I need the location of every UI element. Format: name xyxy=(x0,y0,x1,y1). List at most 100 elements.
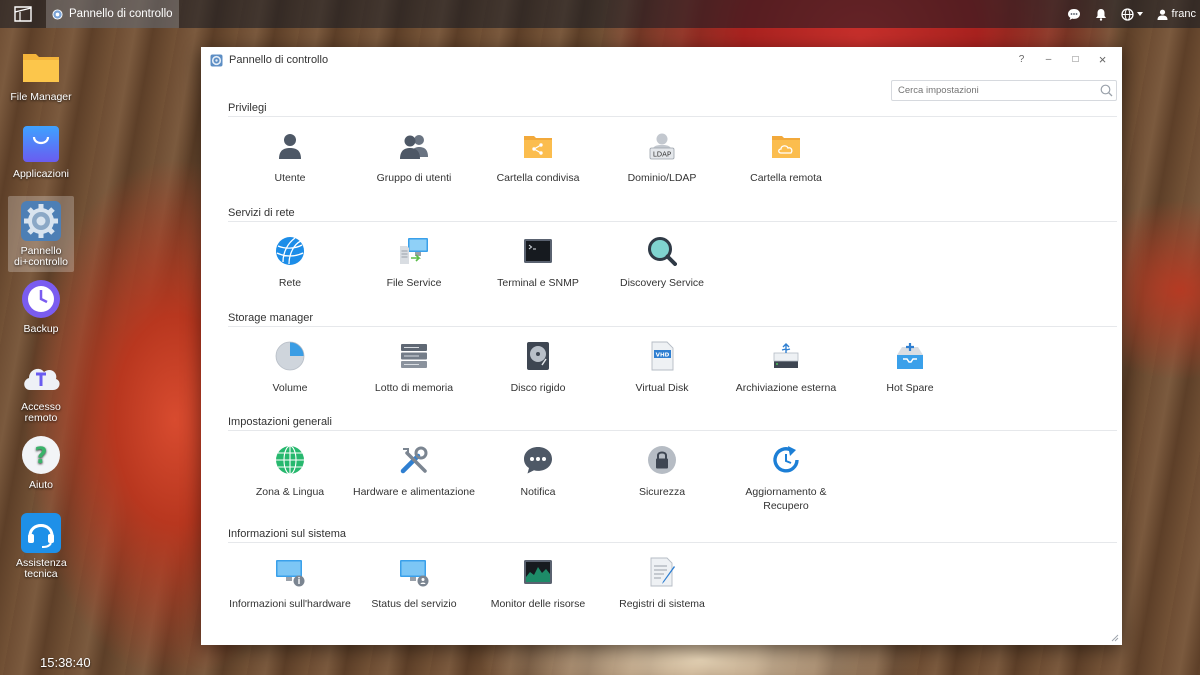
desktop-icon-backup[interactable]: Backup xyxy=(8,278,74,335)
desktop-icon-file-manager[interactable]: File Manager xyxy=(8,46,74,103)
chevron-down-icon xyxy=(1136,12,1143,16)
help-icon: ? xyxy=(22,436,60,474)
item-label: Gruppo di utenti xyxy=(376,172,452,184)
language-menu[interactable] xyxy=(1120,7,1143,21)
section-title: Storage manager xyxy=(228,311,1117,327)
window-title: Pannello di controllo xyxy=(229,54,329,66)
taskbar-item-label: Pannello di controllo xyxy=(69,8,173,20)
section-title: Impostazioni generali xyxy=(228,415,1117,431)
item-volume[interactable]: Volume xyxy=(228,327,352,395)
item-label: Rete xyxy=(278,277,302,289)
item-label: Disco rigido xyxy=(510,382,566,394)
item-network[interactable]: Rete xyxy=(228,222,352,290)
section-storage-manager: Storage manager Volume Lotto di memoria xyxy=(228,311,1117,417)
shared-folder-icon xyxy=(524,136,552,158)
item-virtual-disk[interactable]: VHD Virtual Disk xyxy=(600,327,724,395)
desktop-icon-applications[interactable]: Applicazioni xyxy=(8,123,74,180)
item-hard-disk[interactable]: Disco rigido xyxy=(476,327,600,395)
item-discovery-service[interactable]: Discovery Service xyxy=(600,222,724,290)
item-user-group[interactable]: Gruppo di utenti xyxy=(352,117,476,185)
section-title: Privilegi xyxy=(228,101,1117,117)
desktop-window-icon xyxy=(14,6,32,22)
item-external-storage[interactable]: Archiviazione esterna xyxy=(724,327,848,395)
item-label: Status del servizio xyxy=(371,598,457,610)
system-log-icon xyxy=(650,557,675,587)
desktop-icon-support[interactable]: Assistenza tecnica xyxy=(8,512,74,580)
globe-icon xyxy=(1120,7,1134,21)
close-button[interactable]: × xyxy=(1089,50,1116,68)
item-hardware-info[interactable]: Informazioni sull'hardware xyxy=(228,543,352,611)
system-tray: franc xyxy=(1067,0,1200,28)
item-label: Utente xyxy=(274,172,306,184)
user-icon xyxy=(1157,9,1168,20)
item-file-service[interactable]: File Service xyxy=(352,222,476,290)
item-domain-ldap[interactable]: LDAP Dominio/LDAP xyxy=(600,117,724,185)
item-resource-monitor[interactable]: Monitor delle risorse xyxy=(476,543,600,611)
maximize-button[interactable]: □ xyxy=(1062,50,1089,68)
shopping-bag-icon xyxy=(23,126,59,162)
desktop-icon-label: Aiuto xyxy=(29,479,53,491)
hot-spare-icon xyxy=(897,343,923,369)
folder-icon xyxy=(23,54,59,82)
section-network-services: Servizi di rete Rete File Service Termin… xyxy=(228,206,1117,312)
ldap-icon: LDAP xyxy=(649,133,675,160)
item-label: Cartella remota xyxy=(750,172,822,184)
window-titlebar[interactable]: Pannello di controllo xyxy=(201,47,1122,73)
help-button[interactable]: ? xyxy=(1008,50,1035,68)
start-menu-button[interactable] xyxy=(0,0,46,28)
search-input[interactable] xyxy=(892,81,1096,100)
remote-folder-icon xyxy=(772,136,800,158)
desktop-icon-label: Assistenza tecnica xyxy=(16,557,67,580)
item-service-status[interactable]: Status del servizio xyxy=(352,543,476,611)
gear-icon xyxy=(52,8,63,20)
item-security[interactable]: Sicurezza xyxy=(600,431,724,499)
item-label: Registri di sistema xyxy=(619,598,705,610)
item-label: Notifica xyxy=(520,486,556,498)
section-privileges: Privilegi Utente Gruppo di utenti Cartel… xyxy=(228,101,1117,207)
hardware-info-icon xyxy=(276,560,305,587)
item-label: Cartella condivisa xyxy=(496,172,580,184)
resize-handle[interactable] xyxy=(1111,634,1119,642)
control-panel-window: Pannello di controllo ? – □ × Privilegi … xyxy=(201,47,1122,645)
desktop-icon-remote-access[interactable]: Accesso remoto xyxy=(8,356,74,424)
backup-clock-icon xyxy=(22,280,60,318)
ldap-badge: LDAP xyxy=(653,150,671,158)
window-controls: ? – □ × xyxy=(1008,50,1116,68)
magnifier-icon xyxy=(648,237,677,266)
desktop-icon-help[interactable]: ? Aiuto xyxy=(8,434,74,491)
cloud-icon xyxy=(24,368,60,390)
item-zone-language[interactable]: Zona & Lingua xyxy=(228,431,352,499)
item-label: File Service xyxy=(386,277,442,289)
item-remote-folder[interactable]: Cartella remota xyxy=(724,117,848,185)
storage-pool-icon xyxy=(401,344,427,368)
item-storage-pool[interactable]: Lotto di memoria xyxy=(352,327,476,395)
tools-icon xyxy=(400,446,428,474)
headset-icon xyxy=(21,513,61,553)
user-icon xyxy=(279,134,301,159)
item-label: Hardware e alimentazione xyxy=(353,486,475,498)
item-update-recovery[interactable]: Aggiornamento & Recupero xyxy=(724,431,848,513)
hard-disk-icon xyxy=(527,342,549,370)
item-hot-spare[interactable]: Hot Spare xyxy=(848,327,972,395)
minimize-button[interactable]: – xyxy=(1035,50,1062,68)
file-service-icon xyxy=(400,238,428,264)
lock-icon xyxy=(648,446,676,474)
item-terminal-snmp[interactable]: Terminal e SNMP xyxy=(476,222,600,290)
user-group-icon xyxy=(400,135,428,159)
chat-bubble-icon xyxy=(524,447,552,474)
item-shared-folder[interactable]: Cartella condivisa xyxy=(476,117,600,185)
taskbar-item-control-panel[interactable]: Pannello di controllo xyxy=(46,0,179,28)
message-icon[interactable] xyxy=(1067,8,1081,21)
item-hardware-power[interactable]: Hardware e alimentazione xyxy=(352,431,476,499)
user-menu[interactable]: franc xyxy=(1157,8,1196,20)
item-label: Dominio/LDAP xyxy=(627,172,697,184)
desktop-icon-control-panel[interactable]: Pannello di+controllo xyxy=(8,196,74,272)
item-notification[interactable]: Notifica xyxy=(476,431,600,499)
desktop-icon-label: Backup xyxy=(23,323,59,335)
item-system-logs[interactable]: Registri di sistema xyxy=(600,543,724,611)
search-icon[interactable] xyxy=(1096,81,1116,100)
desktop-icon-label: Applicazioni xyxy=(12,168,70,180)
bell-icon[interactable] xyxy=(1095,8,1107,21)
network-globe-icon xyxy=(276,237,304,265)
item-user[interactable]: Utente xyxy=(228,117,352,185)
